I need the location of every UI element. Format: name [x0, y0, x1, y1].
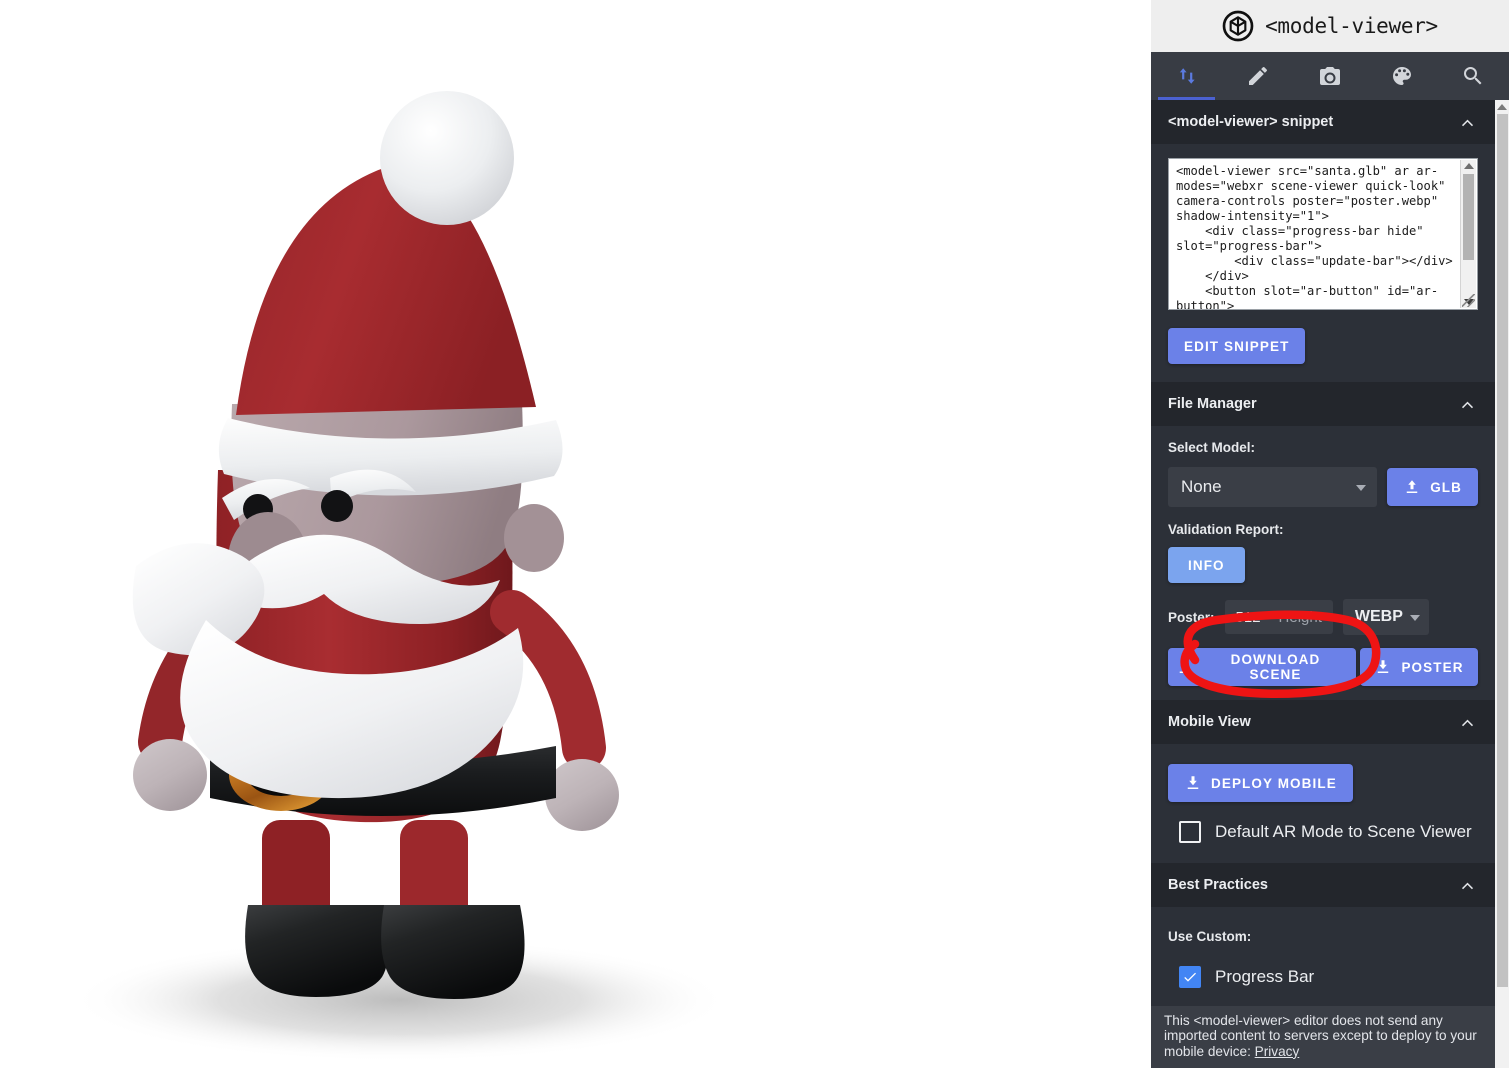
- section-body-snippet: <model-viewer src="santa.glb" ar ar-mode…: [1151, 144, 1495, 382]
- poster-size-input[interactable]: 512 Height: [1224, 600, 1333, 634]
- default-ar-mode-checkbox[interactable]: [1179, 821, 1201, 843]
- upload-glb-label: GLB: [1430, 479, 1462, 495]
- chevron-up-icon[interactable]: [1458, 395, 1477, 414]
- section-title-mobile-view: Mobile View: [1168, 714, 1251, 730]
- chevron-down-icon: [1409, 615, 1420, 621]
- edit-snippet-button[interactable]: EDIT SNIPPET: [1168, 328, 1306, 364]
- panel-scroll-thumb[interactable]: [1496, 114, 1508, 987]
- resize-grip[interactable]: [1462, 294, 1475, 307]
- validation-report-label: Validation Report:: [1168, 522, 1284, 537]
- palette-icon: [1392, 67, 1411, 85]
- download-poster-label: POSTER: [1401, 659, 1464, 675]
- section-header-file-manager[interactable]: File Manager: [1151, 382, 1495, 426]
- select-model-label: Select Model:: [1168, 440, 1256, 455]
- deploy-mobile-button[interactable]: DEPLOY MOBILE: [1168, 764, 1353, 802]
- tab-import-export[interactable]: [1151, 52, 1223, 100]
- scroll-thumb[interactable]: [1463, 174, 1474, 260]
- panel-scrollbar[interactable]: [1495, 100, 1509, 1068]
- section-title-file-manager: File Manager: [1168, 396, 1257, 412]
- snippet-scrollbar[interactable]: [1460, 160, 1476, 308]
- santa-model-svg: [70, 91, 730, 1062]
- chevron-down-icon: [1356, 485, 1367, 491]
- privacy-link[interactable]: Privacy: [1255, 1044, 1300, 1059]
- model-viewer-cube-logo-icon: [1222, 10, 1254, 42]
- search-icon: [1464, 67, 1482, 85]
- section-title-best-practices: Best Practices: [1168, 877, 1268, 893]
- section-header-mobile-view[interactable]: Mobile View: [1151, 700, 1495, 744]
- arrows-up-down-icon: [1179, 68, 1195, 84]
- tab-inspect[interactable]: [1437, 52, 1509, 100]
- download-icon: [1378, 660, 1389, 673]
- tab-materials[interactable]: [1366, 52, 1438, 100]
- deploy-mobile-label: DEPLOY MOBILE: [1211, 775, 1337, 791]
- tab-edit[interactable]: [1223, 52, 1295, 100]
- scroll-up-arrow-icon[interactable]: [1463, 163, 1474, 169]
- poster-label: Poster:: [1168, 609, 1215, 625]
- progress-bar-label: Progress Bar: [1215, 967, 1315, 986]
- poster-width-value: 512: [1235, 608, 1261, 626]
- download-icon: [1179, 660, 1191, 673]
- scroll-up-arrow-icon[interactable]: [1497, 104, 1507, 110]
- section-header-best-practices[interactable]: Best Practices: [1151, 863, 1495, 907]
- upload-glb-button[interactable]: GLB: [1387, 468, 1478, 506]
- best-practice-row-progress-bar[interactable]: Progress Bar: [1179, 966, 1478, 988]
- progress-bar-checkbox[interactable]: [1179, 966, 1201, 988]
- panel-tab-bar: [1151, 52, 1509, 100]
- editor-side-panel: <model-viewer> <model-viewer> snippet <m…: [1151, 0, 1509, 1068]
- section-body-mobile-view: DEPLOY MOBILE Default AR Mode to Scene V…: [1151, 744, 1495, 863]
- chevron-up-icon[interactable]: [1458, 876, 1477, 895]
- santa-model-render[interactable]: [0, 0, 1151, 1068]
- section-title-snippet: <model-viewer> snippet: [1168, 114, 1334, 130]
- panel-title: <model-viewer>: [1265, 14, 1438, 38]
- upload-icon: [1406, 480, 1418, 493]
- section-header-snippet[interactable]: <model-viewer> snippet: [1151, 100, 1495, 144]
- validation-info-button[interactable]: INFO: [1168, 547, 1245, 583]
- chevron-up-icon[interactable]: [1458, 113, 1477, 132]
- download-poster-button[interactable]: POSTER: [1360, 648, 1478, 686]
- chevron-up-icon[interactable]: [1458, 713, 1477, 732]
- poster-format-dropdown[interactable]: WEBP: [1342, 599, 1429, 635]
- download-scene-label: DOWNLOAD SCENE: [1230, 652, 1321, 682]
- panel-title-bar: <model-viewer>: [1151, 0, 1509, 52]
- tab-camera[interactable]: [1294, 52, 1366, 100]
- panel-scroll-region: <model-viewer> snippet <model-viewer src…: [1151, 100, 1509, 1068]
- camera-icon: [1319, 67, 1340, 85]
- section-body-file-manager: Select Model: None GLB Validation Report…: [1151, 426, 1495, 700]
- select-model-value: None: [1181, 477, 1222, 496]
- download-icon: [1187, 776, 1199, 789]
- poster-height-placeholder: Height: [1278, 608, 1322, 626]
- default-ar-mode-label: Default AR Mode to Scene Viewer: [1215, 822, 1472, 841]
- check-icon: [1184, 972, 1196, 982]
- use-custom-label: Use Custom:: [1168, 929, 1252, 944]
- poster-format-value: WEBP: [1354, 608, 1403, 625]
- pencil-icon: [1249, 66, 1268, 85]
- select-model-dropdown[interactable]: None: [1168, 467, 1378, 507]
- download-scene-button[interactable]: DOWNLOAD SCENE: [1168, 648, 1356, 686]
- default-ar-mode-row[interactable]: Default AR Mode to Scene Viewer: [1179, 821, 1478, 843]
- privacy-notice: This <model-viewer> editor does not send…: [1151, 1005, 1495, 1068]
- model-viewer-canvas[interactable]: [0, 0, 1151, 1068]
- snippet-code-text: <model-viewer src="santa.glb" ar ar-mode…: [1176, 164, 1453, 310]
- privacy-notice-text: This <model-viewer> editor does not send…: [1164, 1012, 1477, 1059]
- model-viewer-editor-window: <model-viewer> <model-viewer> snippet <m…: [0, 0, 1509, 1068]
- snippet-textarea[interactable]: <model-viewer src="santa.glb" ar ar-mode…: [1168, 158, 1478, 310]
